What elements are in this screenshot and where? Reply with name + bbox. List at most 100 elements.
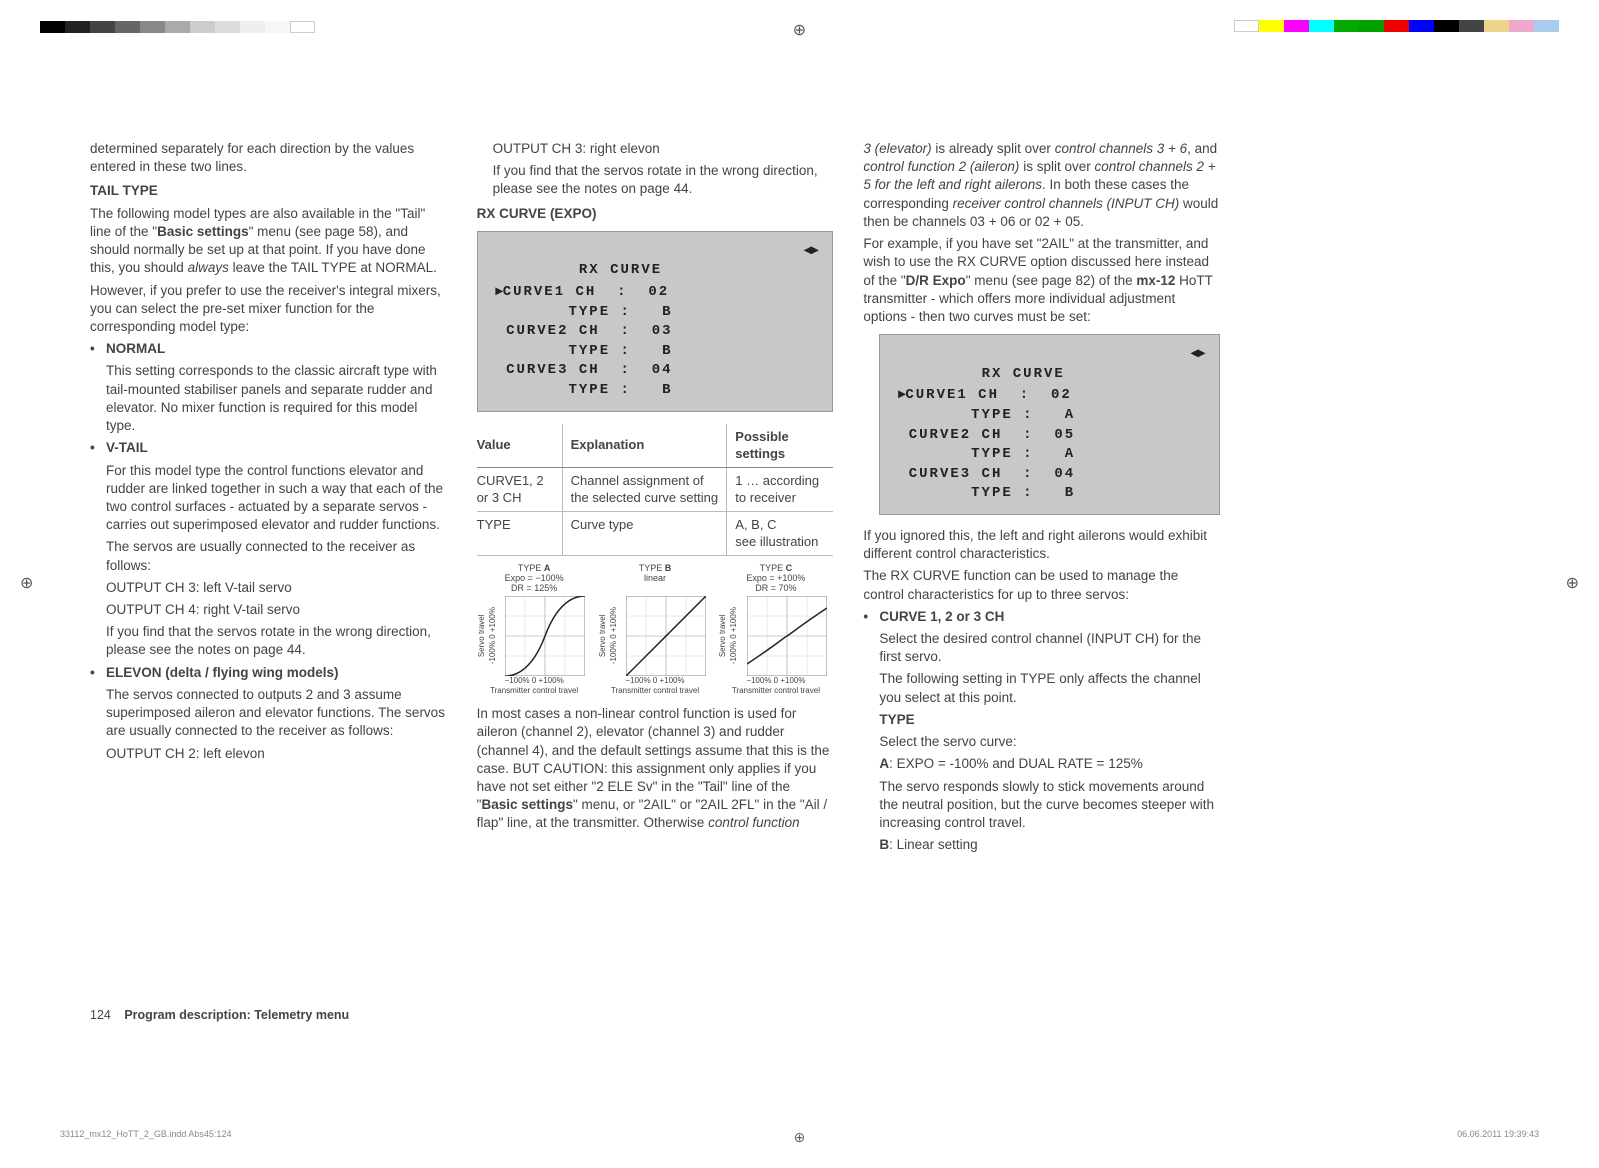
curve-c: TYPE C Expo = +100% DR = 70% Servo trave… [718,564,833,697]
lcd-line: TYPE : B [506,343,672,359]
print-timestamp: 06.06.2011 19:39:43 [1457,1128,1539,1140]
col1-intro: determined separately for each direction… [90,140,447,176]
text: OUTPUT CH 3: right elevon [477,140,834,158]
lcd-line: TYPE : B [909,485,1075,501]
text-bold: D/R Expo [906,273,966,288]
lcd-line: CURVE3 CH : 04 [909,466,1075,482]
col1-p1: The following model types are also avail… [90,205,447,278]
text: The following setting in TYPE only affec… [879,670,1220,706]
label: CURVE 1, 2 or 3 CH [879,609,1004,624]
text: DR = 125% [511,583,557,593]
label: V-TAIL [106,440,148,455]
cursor-icon: ▸ [496,282,503,298]
text: The servos are usually connected to the … [106,538,447,574]
text: If you find that the servos rotate in th… [477,162,834,198]
lcd-line: CURVE3 CH : 04 [506,362,672,378]
text: A [544,563,551,573]
curve-c-plot [747,596,827,676]
x-ticks: −100% 0 +100% [598,676,713,687]
td: A, B, C see illustration [727,511,834,555]
curve-illustrations: TYPE A Expo = −100% DR = 125% Servo trav… [477,564,834,697]
text: A [879,756,889,771]
text: The servos connected to outputs 2 and 3 … [106,686,447,741]
text: Expo = −100% [505,573,564,583]
registration-mark-top: ⊕ [793,20,806,42]
td: Channel assignment of the selected curve… [562,467,727,511]
text: Select the servo curve: [879,733,1220,751]
text: linear [644,573,666,583]
grayscale-bar [40,21,315,33]
text: " menu (see page 82) of the [966,273,1137,288]
text-bold: Basic settings [481,797,573,812]
x-axis-label: Transmitter control travel [598,686,713,697]
tail-type-heading: TAIL TYPE [90,182,447,200]
th: Explanation [562,424,727,468]
text: TYPE [518,563,544,573]
text: B [879,837,889,852]
table-row: TYPE Curve type A, B, C see illustration [477,511,834,555]
text: C [786,563,793,573]
text: control channels 3 + 6 [1055,141,1187,156]
text: control function 2 (aileron) [863,159,1019,174]
text: The servo responds slowly to stick movem… [879,778,1220,833]
col3-p2: For example, if you have set "2AIL" at t… [863,235,1220,326]
td: TYPE [477,511,562,555]
rx-curve-heading: RX CURVE (EXPO) [477,205,834,223]
lcd-line: CURVE1 CH : 02 [905,387,1071,403]
text: : Linear setting [889,837,978,852]
y-axis-label: Servo travel-100% 0 +100% [477,607,499,664]
col3-p1: 3 (elevator) is already split over contr… [863,140,1220,231]
curve-a-plot [505,596,585,676]
text: , and [1187,141,1217,156]
curve-title: TYPE B linear [598,564,713,594]
bullet-curve123: CURVE 1, 2 or 3 CH Select the desired co… [863,608,1220,855]
curve-a: TYPE A Expo = −100% DR = 125% Servo trav… [477,564,592,697]
table-row: CURVE1, 2 or 3 CH Channel assignment of … [477,467,834,511]
x-axis-label: Transmitter control travel [477,686,592,697]
lcd-title: RX CURVE [982,366,1065,382]
nav-arrows-icon: ◂▸ [804,240,818,260]
y-axis-label: Servo travel-100% 0 +100% [718,607,740,664]
x-axis-label: Transmitter control travel [718,686,833,697]
text: For this model type the control function… [106,462,447,535]
lcd-line: CURVE1 CH : 02 [503,284,669,300]
text: TYPE [760,563,786,573]
td: CURVE1, 2 or 3 CH [477,467,562,511]
column-1: determined separately for each direction… [90,140,447,1020]
text: OUTPUT CH 3: left V-tail servo [106,579,447,597]
curve-b: TYPE B linear Servo travel-100% 0 +100% [598,564,713,697]
page-number: 124 [90,1008,111,1022]
x-ticks: −100% 0 +100% [477,676,592,687]
text: DR = 70% [755,583,796,593]
text: The RX CURVE function can be used to man… [863,567,1220,603]
text-product: mx-12 [1136,273,1175,288]
text: TYPE [639,563,665,573]
registration-mark-left: ⊕ [20,573,33,595]
indd-file: 33112_mx12_HoTT_2_GB.indd Abs45:124 [60,1128,231,1140]
type-b-line: B: Linear setting [879,836,1220,854]
text: OUTPUT CH 4: right V-tail servo [106,601,447,619]
text: leave the TAIL TYPE at NORMAL. [229,260,437,275]
curve-title: TYPE A Expo = −100% DR = 125% [477,564,592,594]
lcd-rx-curve-1: ◂▸ RX CURVE ▸CURVE1 CH : 02 TYPE : B CUR… [477,231,834,412]
x-ticks: −100% 0 +100% [718,676,833,687]
th: Possible settings [727,424,834,468]
lcd-line: TYPE : A [909,407,1075,423]
lcd-title: RX CURVE [579,262,662,278]
lcd-line: CURVE2 CH : 03 [506,323,672,339]
bullet-elevon: ELEVON (delta / flying wing models) The … [90,664,447,763]
label: NORMAL [106,341,165,356]
text: Expo = +100% [746,573,805,583]
lcd-line: TYPE : B [506,382,672,398]
y-axis-label: Servo travel-100% 0 +100% [598,607,620,664]
column-3: 3 (elevator) is already split over contr… [863,140,1220,1020]
curve-b-plot [626,596,706,676]
explanation-table: Value Explanation Possible settings CURV… [477,424,834,556]
label: ELEVON (delta / flying wing models) [106,665,339,680]
registration-mark-bottom: ⊕ [794,1128,806,1147]
text: This setting corresponds to the classic … [106,362,447,435]
text: see illustration [735,534,818,549]
text: is split over [1019,159,1094,174]
registration-mark-right: ⊕ [1566,573,1579,595]
page-body: determined separately for each direction… [90,140,1220,1020]
